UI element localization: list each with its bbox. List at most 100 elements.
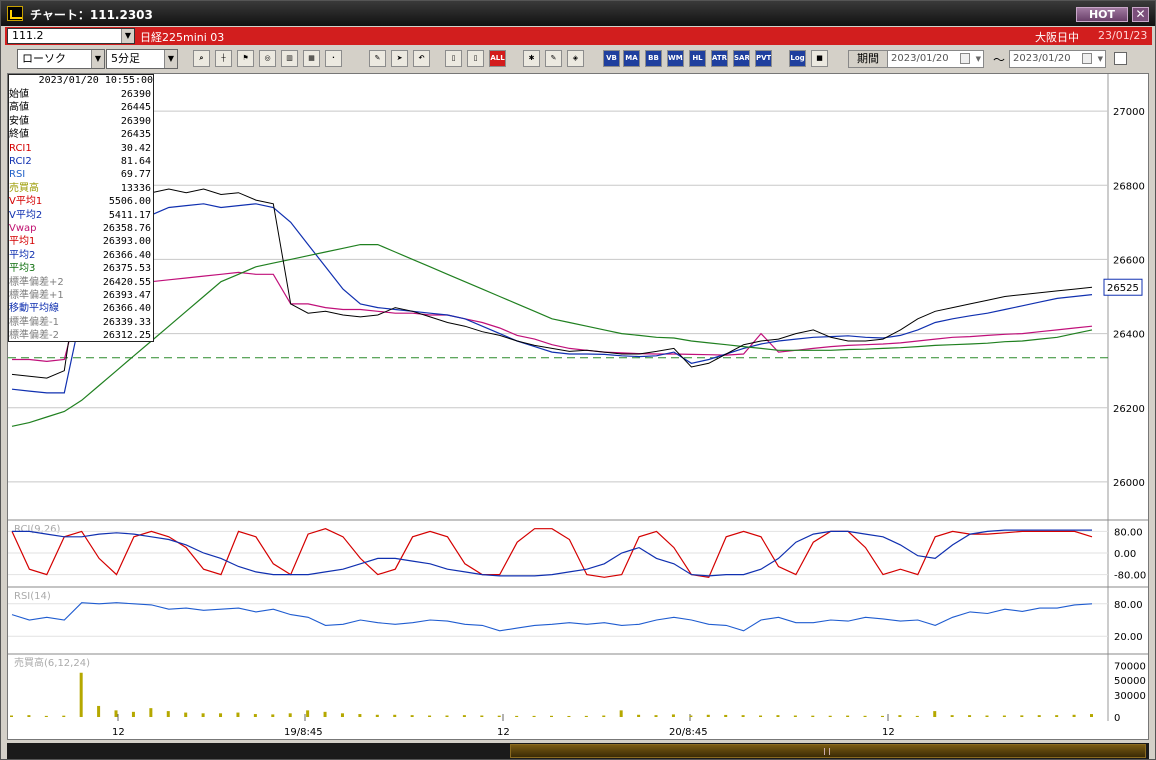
scroll-grip-icon	[824, 748, 830, 755]
info-row-label: RCI1	[9, 142, 32, 154]
info-row-value: 30.42	[120, 142, 151, 154]
volume-bar	[219, 713, 223, 717]
y-tick-label: 80.00	[1114, 527, 1143, 538]
info-row-value: 26366.40	[102, 249, 151, 261]
symbol-bar: 111.2 ▼ 日経225mini 03 大阪日中 23/01/23	[5, 27, 1152, 45]
volume-bar	[27, 715, 31, 717]
bb-button[interactable]: BB	[645, 50, 662, 67]
date-from-field[interactable]: 2023/01/20 ▼	[887, 50, 984, 68]
info-row: V平均1 5506.00	[9, 195, 153, 208]
volume-bar	[1002, 715, 1006, 717]
chart-area[interactable]: 27000 26800 26600 26400 26200 26000 26525 12 19/…	[7, 73, 1149, 740]
volume-bar	[497, 715, 501, 717]
volume-bar	[915, 715, 919, 717]
info-row-label: 安値	[9, 115, 29, 127]
scroll-thumb[interactable]	[510, 744, 1146, 758]
volume-bar	[44, 715, 48, 717]
info-row: V平均2 5411.17	[9, 209, 153, 222]
info-row: 平均2 26366.40	[9, 249, 153, 262]
volume-bar	[689, 715, 693, 717]
interval-select[interactable]: 5分足 ▼	[106, 49, 178, 69]
undo-icon[interactable]: ↶	[413, 50, 430, 67]
candle-right-icon[interactable]: ▯	[467, 50, 484, 67]
series-line	[11, 203, 1093, 394]
candle-left-icon[interactable]: ▯	[445, 50, 462, 67]
calendar-icon[interactable]	[1082, 53, 1092, 64]
x-tick-label: 12	[497, 727, 510, 738]
info-row-value: 26445	[120, 102, 151, 114]
y-tick-label: 70000	[1114, 661, 1146, 672]
pen-icon[interactable]: ✎	[369, 50, 386, 67]
volume-bar	[950, 715, 954, 717]
chevron-down-icon[interactable]: ▼	[1098, 51, 1103, 67]
chart-type-value: ローソク	[22, 52, 66, 65]
calendar-icon[interactable]	[960, 53, 970, 64]
search-chart-icon[interactable]: ◎	[259, 50, 276, 67]
volume-bar	[462, 715, 466, 717]
volume-title: 売買高(6,12,24)	[14, 656, 90, 669]
volume-bar	[253, 714, 257, 717]
y-tick-label: 0.00	[1114, 549, 1136, 560]
color-icon[interactable]: ◈	[567, 50, 584, 67]
volume-bar	[584, 715, 588, 717]
window-icon[interactable]: ■	[811, 50, 828, 67]
date-to-field[interactable]: 2023/01/20 ▼	[1009, 50, 1106, 68]
hot-button[interactable]: HOT	[1076, 7, 1128, 22]
atr-button[interactable]: ATR	[711, 50, 728, 67]
title-bar[interactable]: チャート：111.2303 HOT ✕	[1, 1, 1155, 26]
settings-icon[interactable]: ✱	[523, 50, 540, 67]
info-row-label: RSI	[9, 169, 26, 181]
log-button[interactable]: Log	[789, 50, 806, 67]
info-row-value: 26312.25	[102, 330, 151, 342]
bars-icon[interactable]: ▥	[281, 50, 298, 67]
zoom-icon[interactable]: ⌕	[193, 50, 210, 67]
volume-bar	[671, 714, 675, 717]
tool-icon[interactable]: ✎	[545, 50, 562, 67]
volume-bar	[1072, 714, 1076, 717]
chevron-down-icon[interactable]: ▼	[976, 51, 981, 67]
volume-bar	[1037, 715, 1041, 717]
symbol-select[interactable]: 111.2 ▼	[7, 28, 135, 44]
close-icon[interactable]: ✕	[1132, 7, 1149, 22]
info-row: 平均3 26375.53	[9, 262, 153, 275]
chevron-down-icon[interactable]: ▼	[91, 50, 104, 68]
y-tick-label: 26000	[1113, 478, 1145, 489]
y-tick-label: 30000	[1114, 691, 1146, 702]
y-tick-label: 50000	[1114, 676, 1146, 687]
hl-button[interactable]: HL	[689, 50, 706, 67]
period-button[interactable]: 期間	[848, 50, 888, 68]
info-row-value: 26366.40	[102, 303, 151, 315]
pvt-button[interactable]: PVT	[755, 50, 772, 67]
chart-type-select[interactable]: ローソク ▼	[17, 49, 105, 69]
chevron-down-icon[interactable]: ▼	[121, 29, 134, 43]
volume-bar	[863, 715, 867, 717]
chevron-down-icon[interactable]: ▼	[164, 50, 177, 68]
flag-icon[interactable]: ⚑	[237, 50, 254, 67]
chart-canvas[interactable]: 27000 26800 26600 26400 26200 26000 26525 12 19/…	[8, 74, 1148, 739]
date-range-checkbox[interactable]	[1114, 52, 1127, 65]
ma-button[interactable]: MA	[623, 50, 640, 67]
cursor-icon[interactable]: ➤	[391, 50, 408, 67]
all-button[interactable]: ALL	[489, 50, 506, 67]
disabled-icon: ·	[325, 50, 342, 67]
wma-button[interactable]: WMA	[667, 50, 684, 67]
rsi-title: RSI(14)	[14, 591, 51, 602]
info-row-label: 始値	[9, 89, 29, 100]
info-row-label: V平均2	[9, 209, 43, 221]
time-scrollbar[interactable]	[7, 743, 1149, 759]
vb-button[interactable]: VB	[603, 50, 620, 67]
sar-button[interactable]: SAR	[733, 50, 750, 67]
info-row-value: 26420.55	[102, 276, 151, 288]
info-row-value: 5506.00	[108, 196, 151, 208]
series-line	[11, 188, 1093, 379]
crosshair-icon[interactable]: ┼	[215, 50, 232, 67]
info-row-value: 26390	[120, 115, 151, 127]
volume-bar	[619, 710, 623, 717]
x-tick-label: 20/8:45	[669, 727, 708, 738]
toolbar: ローソク ▼ 5分足 ▼ ⌕ ┼ ⚑ ◎ ▥ ▦ · ✎ ➤ ↶ ▯ ▯ ALL ✱ ✎ ◈ VB MA BB WM…	[5, 47, 1152, 71]
volume-bar	[602, 715, 606, 717]
info-row: 標準偏差+2 26420.55	[9, 276, 153, 289]
ohlc-info-panel: 2023/01/20 10:55:00 始値 26390 高値 26445 安値 2639…	[8, 74, 154, 342]
volume-bar	[1090, 714, 1093, 717]
candle-icon[interactable]: ▦	[303, 50, 320, 67]
